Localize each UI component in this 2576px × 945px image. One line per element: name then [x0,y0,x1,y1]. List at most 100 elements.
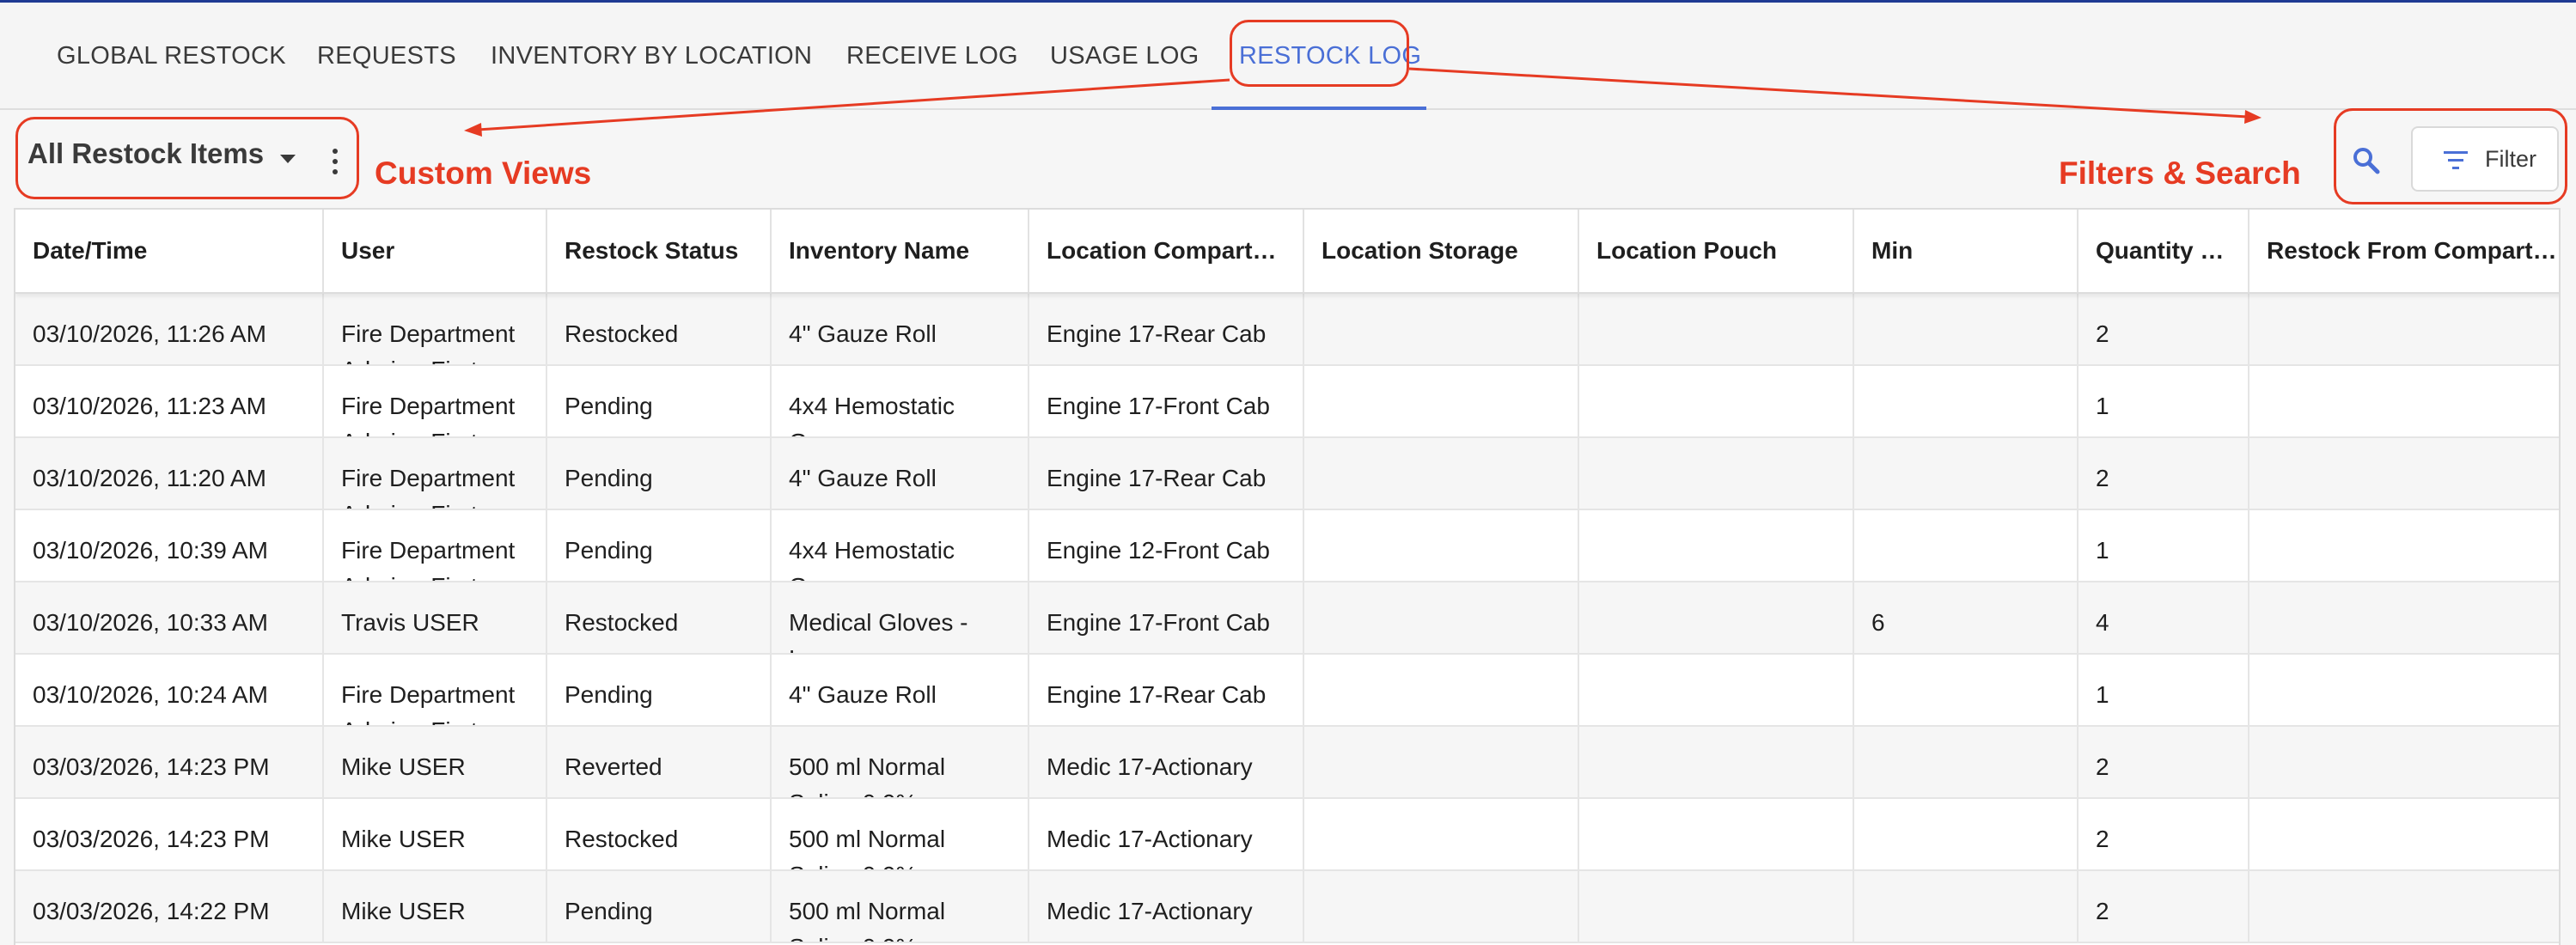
filter-icon [2444,151,2468,170]
cell-location-storage [1304,366,1579,436]
cell-user: Mike USER [324,799,547,869]
cell-location-pouch [1579,727,1854,797]
cell-restock-from-compartment [2249,366,2559,436]
column-header-user[interactable]: User [324,210,547,292]
cell-location-compartment: Engine 17-Rear Cab [1029,655,1304,725]
cell-inventory-name: 4" Gauze Roll [772,438,1029,509]
cell-location-compartment: Engine 12-Front Cab [1029,510,1304,581]
cell-user: Fire Department Admin - First [324,655,547,725]
cell-user: Mike USER [324,727,547,797]
table-row[interactable]: 03/10/2026, 10:24 AMFire Department Admi… [15,655,2559,727]
column-header-restock-from-compartment[interactable]: Restock From Compart… [2249,210,2559,292]
tab-requests[interactable]: REQUESTS [317,3,456,108]
tab-restock-log[interactable]: RESTOCK LOG [1239,3,1421,108]
column-header-restock-status[interactable]: Restock Status [547,210,772,292]
cell-date-time: 03/10/2026, 10:24 AM [15,655,324,725]
cell-location-pouch [1579,799,1854,869]
cell-location-compartment: Engine 17-Front Cab [1029,582,1304,653]
cell-user: Fire Department Admin - First [324,366,547,436]
cell-restock-status: Pending [547,438,772,509]
cell-restock-status: Restocked [547,294,772,364]
cell-user: Fire Department Admin - First [324,510,547,581]
column-header-quantity-restocked[interactable]: Quantity … [2079,210,2249,292]
cell-restock-status: Reverted [547,727,772,797]
cell-location-compartment: Engine 17-Rear Cab [1029,438,1304,509]
tab-global-restock[interactable]: GLOBAL RESTOCK [57,3,286,108]
cell-location-storage [1304,438,1579,509]
tab-inventory-by-location[interactable]: INVENTORY BY LOCATION [491,3,812,108]
filter-button[interactable]: Filter [2411,126,2559,192]
active-tab-indicator [1212,107,1426,110]
table-row[interactable]: 03/10/2026, 10:39 AMFire Department Admi… [15,510,2559,582]
custom-view-select[interactable]: All Restock Items [27,137,264,170]
cell-location-compartment: Engine 17-Rear Cab [1029,294,1304,364]
cell-location-pouch [1579,510,1854,581]
cell-location-storage [1304,871,1579,942]
cell-quantity-restocked: 2 [2079,438,2249,509]
cell-location-storage [1304,294,1579,364]
cell-location-storage [1304,799,1579,869]
cell-quantity-restocked: 1 [2079,366,2249,436]
cell-inventory-name: 4x4 Hemostatic Gauze [772,366,1029,436]
cell-user: Fire Department Admin - First [324,294,547,364]
cell-min [1854,655,2079,725]
cell-quantity-restocked: 2 [2079,799,2249,869]
cell-location-compartment: Medic 17-Actionary [1029,871,1304,942]
table-row[interactable]: 03/03/2026, 14:22 PM Mike USER Pending 500 … [15,871,2559,943]
column-header-min[interactable]: Min [1854,210,2079,292]
table-body: 03/10/2026, 11:26 AMFire Department Admi… [15,294,2559,943]
cell-restock-from-compartment [2249,294,2559,364]
column-header-date-time[interactable]: Date/Time [15,210,324,292]
cell-location-storage [1304,727,1579,797]
cell-restock-status: Restocked [547,799,772,869]
cell-inventory-name: 4" Gauze Roll [772,294,1029,364]
table-row[interactable]: 03/10/2026, 11:26 AMFire Department Admi… [15,294,2559,366]
column-header-location-storage[interactable]: Location Storage [1304,210,1579,292]
cell-user: Fire Department Admin - First [324,438,547,509]
cell-location-storage [1304,510,1579,581]
column-header-location-compartment[interactable]: Location Compart… [1029,210,1304,292]
table-header: Date/Time User Restock Status Inventory … [15,210,2559,294]
cell-restock-status: Pending [547,510,772,581]
cell-restock-from-compartment [2249,438,2559,509]
cell-date-time: 03/03/2026, 14:23 PM [15,799,324,869]
cell-user: Mike USER [324,871,547,942]
tab-usage-log[interactable]: USAGE LOG [1050,3,1199,108]
cell-location-storage [1304,655,1579,725]
cell-min [1854,799,2079,869]
column-header-location-pouch[interactable]: Location Pouch [1579,210,1854,292]
cell-restock-status: Pending [547,871,772,942]
cell-min [1854,438,2079,509]
cell-location-pouch [1579,655,1854,725]
cell-restock-from-compartment [2249,510,2559,581]
cell-inventory-name: 500 ml Normal Saline 0.9% [772,799,1029,869]
tab-receive-log[interactable]: RECEIVE LOG [846,3,1018,108]
cell-user: Travis USER [324,582,547,653]
column-header-inventory-name[interactable]: Inventory Name [772,210,1029,292]
cell-inventory-name: 4x4 Hemostatic Gauze [772,510,1029,581]
table-row[interactable]: 03/10/2026, 11:23 AMFire Department Admi… [15,366,2559,438]
cell-min [1854,294,2079,364]
filter-button-label: Filter [2485,146,2536,172]
cell-quantity-restocked: 2 [2079,727,2249,797]
cell-location-compartment: Medic 17-Actionary [1029,799,1304,869]
cell-restock-from-compartment [2249,727,2559,797]
search-icon[interactable] [2352,146,2381,175]
cell-restock-from-compartment [2249,871,2559,942]
table-row[interactable]: 03/10/2026, 10:33 AM Travis USER Restocked… [15,582,2559,655]
table-row[interactable]: 03/03/2026, 14:23 PM Mike USER Reverted 500… [15,727,2559,799]
cell-location-pouch [1579,294,1854,364]
caret-down-icon[interactable] [280,155,296,163]
table-row[interactable]: 03/03/2026, 14:23 PM Mike USER Restocked 50… [15,799,2559,871]
cell-location-storage [1304,582,1579,653]
more-vertical-icon[interactable] [329,149,341,174]
cell-date-time: 03/10/2026, 10:33 AM [15,582,324,653]
table-row[interactable]: 03/10/2026, 11:20 AMFire Department Admi… [15,438,2559,510]
cell-quantity-restocked: 2 [2079,294,2249,364]
cell-date-time: 03/10/2026, 10:39 AM [15,510,324,581]
custom-views-annotation: Custom Views [375,155,592,191]
cell-min [1854,510,2079,581]
cell-inventory-name: 500 ml Normal Saline 0.9% [772,871,1029,942]
cell-location-pouch [1579,582,1854,653]
cell-location-pouch [1579,438,1854,509]
